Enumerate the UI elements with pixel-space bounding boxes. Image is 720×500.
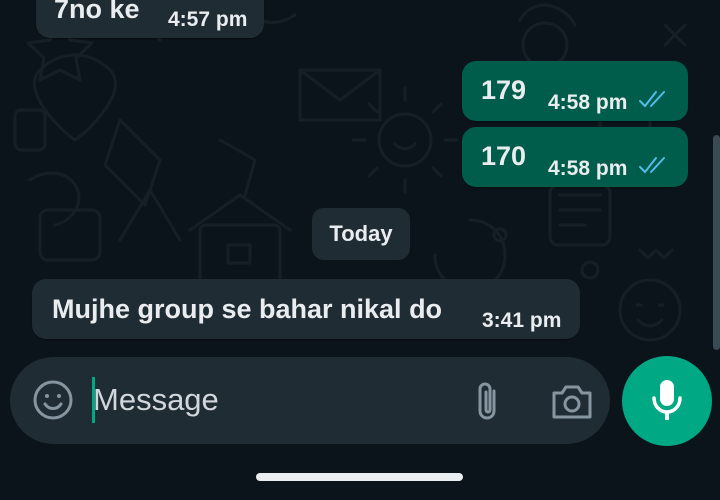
paperclip-icon[interactable] [472,379,504,423]
mic-button[interactable] [622,356,712,446]
message-composer [10,357,610,444]
message-bubble-incoming[interactable]: Mujhe group se bahar nikal do 3:41 pm [32,279,580,339]
message-input[interactable] [93,377,433,423]
message-bubble-incoming[interactable]: 7no ke 4:57 pm [36,0,264,38]
message-text: 179 [481,75,527,105]
microphone-icon [652,380,682,420]
double-check-icon [639,157,665,174]
camera-icon[interactable] [550,381,594,421]
message-text: 170 [481,141,527,171]
message-bubble-outgoing[interactable]: 179 4:58 pm [462,61,688,121]
scrollbar[interactable] [713,135,720,350]
emoji-icon[interactable] [32,379,74,421]
message-time: 4:57 pm [168,8,248,31]
message-time: 3:41 pm [482,309,562,332]
message-text: 7no ke [54,0,140,24]
message-time: 4:58 pm [548,157,628,180]
message-time: 4:58 pm [548,91,628,114]
double-check-icon [639,91,665,108]
system-navigation-bar [0,455,720,500]
date-separator: Today [312,208,410,260]
message-text: Mujhe group se bahar nikal do [52,294,443,324]
home-indicator[interactable] [256,473,463,481]
message-bubble-outgoing[interactable]: 170 4:58 pm [462,127,688,187]
